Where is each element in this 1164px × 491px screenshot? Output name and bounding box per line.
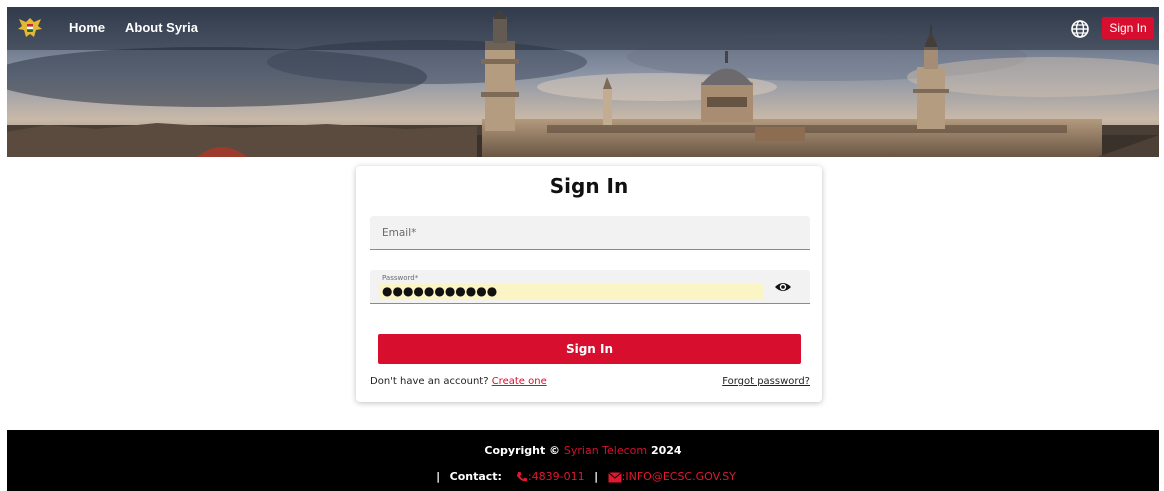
no-account-text: Don't have an account?: [370, 376, 489, 387]
contact-line: | Contact: :4839-011 | :INFO@ECSC.GOV.SY: [7, 470, 1159, 483]
sign-in-submit-button[interactable]: Sign In: [378, 334, 801, 364]
account-links-row: Don't have an account? Create one Forgot…: [370, 376, 810, 387]
nav-about-syria-link[interactable]: About Syria: [125, 20, 198, 35]
forgot-password-link[interactable]: Forgot password?: [722, 376, 810, 387]
password-field[interactable]: Password* ●●●●●●●●●●●: [370, 270, 810, 304]
copyright-line: Copyright © Syrian Telecom 2024: [7, 444, 1159, 457]
syrian-eagle-emblem-icon[interactable]: [15, 13, 45, 43]
sign-in-card: Sign In Email* Password* ●●●●●●●●●●● Sig…: [356, 166, 822, 402]
nav-sign-in-button[interactable]: Sign In: [1102, 17, 1154, 39]
page-title: Sign In: [549, 174, 629, 198]
hero-banner: Home About Syria Sign In: [7, 7, 1159, 157]
phone-number[interactable]: :4839-011: [528, 470, 585, 483]
email-label: Email*: [382, 227, 417, 239]
copyright-prefix: Copyright ©: [484, 444, 561, 457]
separator: |: [436, 470, 441, 483]
eye-icon[interactable]: [774, 279, 792, 295]
brand-name[interactable]: Syrian Telecom: [564, 444, 647, 457]
copyright-year: 2024: [650, 444, 682, 457]
contact-email[interactable]: :INFO@ECSC.GOV.SY: [622, 470, 736, 483]
globe-icon[interactable]: [1070, 19, 1090, 39]
separator: |: [594, 470, 599, 483]
nav-home-link[interactable]: Home: [69, 20, 105, 35]
top-navbar: Home About Syria Sign In: [7, 7, 1159, 50]
create-account-link[interactable]: Create one: [492, 376, 547, 387]
email-field[interactable]: Email*: [370, 216, 810, 250]
phone-icon: [516, 472, 527, 482]
password-input[interactable]: ●●●●●●●●●●●: [379, 284, 763, 300]
mail-icon: [607, 471, 622, 482]
footer: Copyright © Syrian Telecom 2024 | Contac…: [7, 430, 1159, 491]
password-label: Password*: [382, 274, 419, 282]
contact-label: Contact:: [449, 470, 502, 483]
